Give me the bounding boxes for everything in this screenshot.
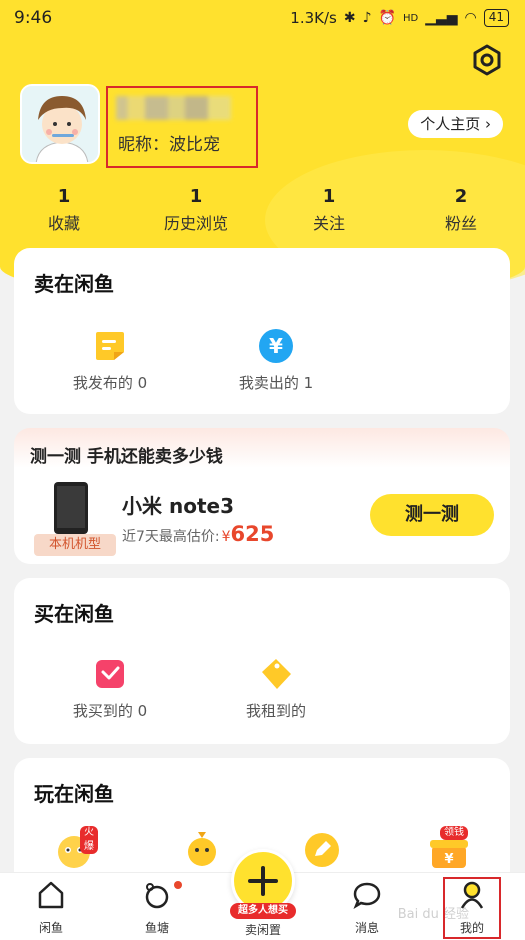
- plus-icon: [248, 866, 278, 896]
- price-test-title: 测一测 手机还能卖多少钱: [30, 447, 223, 467]
- highlight-box-nickname: [106, 86, 258, 168]
- stat-number: 1: [322, 186, 336, 207]
- buy-section-title: 买在闲鱼: [34, 602, 114, 626]
- stat-label: 关注: [312, 214, 345, 233]
- rented-tag-icon: [262, 659, 291, 689]
- model-tag: 本机机型: [34, 534, 116, 556]
- mute-icon: ♪: [362, 10, 372, 26]
- nav-home[interactable]: 闲鱼: [16, 879, 86, 936]
- signal-icon: ▁▃▅: [425, 10, 458, 26]
- nav-messages[interactable]: 消息: [332, 879, 402, 936]
- stat-number: 2: [454, 186, 468, 207]
- stat-history[interactable]: 1 历史浏览: [146, 186, 246, 234]
- stat-favorites[interactable]: 1 收藏: [14, 186, 114, 234]
- published-icon: [96, 332, 124, 360]
- phone-name: 小米 note3: [122, 494, 234, 518]
- stat-label: 历史浏览: [163, 214, 228, 233]
- sell-section-card: 卖在闲鱼 我发布的 0 ¥ 我卖出的 1: [14, 248, 510, 414]
- play-item-3[interactable]: [304, 832, 340, 868]
- svg-text:¥: ¥: [444, 852, 453, 867]
- stat-number: 1: [57, 186, 71, 207]
- battery-indicator: 41: [483, 9, 509, 27]
- hd-icon: HD: [402, 12, 419, 24]
- wifi-icon: ◠: [464, 10, 477, 26]
- pond-icon: [145, 883, 169, 909]
- nav-pond-label: 鱼塘: [144, 921, 169, 935]
- nav-pond[interactable]: 鱼塘: [122, 879, 192, 936]
- alarm-icon: ⏰: [378, 10, 396, 26]
- message-icon: [353, 882, 381, 909]
- my-sold-label: 我卖出的 1: [238, 374, 314, 392]
- price-currency: ¥: [221, 529, 231, 545]
- my-bought-label: 我买到的 0: [72, 702, 148, 720]
- sold-yen-icon: ¥: [259, 329, 293, 363]
- play-section-title: 玩在闲鱼: [34, 782, 114, 806]
- sell-badge: 超多人想买: [230, 903, 296, 919]
- network-speed: 1.3K/s: [290, 9, 337, 27]
- status-time: 9:46: [14, 8, 53, 28]
- price-value: 625: [230, 522, 275, 546]
- homepage-button[interactable]: 个人主页 ›: [408, 110, 503, 138]
- nav-home-label: 闲鱼: [38, 921, 63, 935]
- price-label: 近7天最高估价:: [122, 529, 220, 545]
- my-published-label: 我发布的 0: [72, 374, 148, 392]
- my-bought-button[interactable]: 我买到的 0: [50, 656, 170, 721]
- play-item-2[interactable]: [184, 828, 220, 868]
- nav-sell-label: 卖闲置: [244, 923, 281, 937]
- price-estimate-row: 近7天最高估价: ¥ 625: [122, 522, 274, 546]
- bluetooth-icon: ✱: [343, 10, 356, 26]
- home-icon: [38, 881, 64, 909]
- ball-face-icon: [188, 832, 216, 866]
- play-money-item[interactable]: ¥ 领钱: [428, 826, 472, 872]
- stat-label: 粉丝: [444, 214, 477, 233]
- notification-dot: [174, 881, 182, 889]
- my-sold-button[interactable]: ¥ 我卖出的 1: [216, 328, 336, 393]
- money-badge: 领钱: [440, 826, 468, 840]
- hot-badge: 火爆: [80, 826, 98, 854]
- buy-section-card: 买在闲鱼 我买到的 0 我租到的: [14, 578, 510, 744]
- stat-label: 收藏: [47, 214, 80, 233]
- settings-icon[interactable]: [471, 44, 503, 76]
- price-test-card: 测一测 手机还能卖多少钱 本机机型 小米 note3 近7天最高估价: ¥ 62…: [14, 428, 510, 564]
- stat-following[interactable]: 1 关注: [279, 186, 379, 234]
- highlight-box-mine: [443, 877, 501, 939]
- play-hot-item[interactable]: 火爆: [54, 826, 98, 872]
- stats-row: 1 收藏 1 历史浏览 1 关注 2 粉丝: [0, 186, 525, 236]
- avatar[interactable]: [20, 84, 100, 164]
- test-price-button[interactable]: 测一测: [370, 494, 494, 536]
- my-published-button[interactable]: 我发布的 0: [50, 328, 170, 393]
- my-rented-button[interactable]: 我租到的: [216, 656, 336, 721]
- phone-image: [54, 482, 88, 534]
- sell-section-title: 卖在闲鱼: [34, 272, 114, 296]
- bought-bag-icon: [96, 660, 124, 688]
- bottom-nav: 闲鱼 鱼塘 超多人想买 卖闲置 消息 Bai du 经验 我的: [0, 849, 525, 940]
- pen-icon: [305, 833, 339, 867]
- svg-text:¥: ¥: [269, 334, 283, 358]
- my-rented-label: 我租到的: [245, 702, 306, 720]
- nav-messages-label: 消息: [354, 921, 379, 935]
- status-bar: 9:46 1.3K/s ✱ ♪ ⏰ HD ▁▃▅ ◠ 41: [0, 0, 525, 36]
- stat-number: 1: [189, 186, 203, 207]
- stat-followers[interactable]: 2 粉丝: [411, 186, 511, 234]
